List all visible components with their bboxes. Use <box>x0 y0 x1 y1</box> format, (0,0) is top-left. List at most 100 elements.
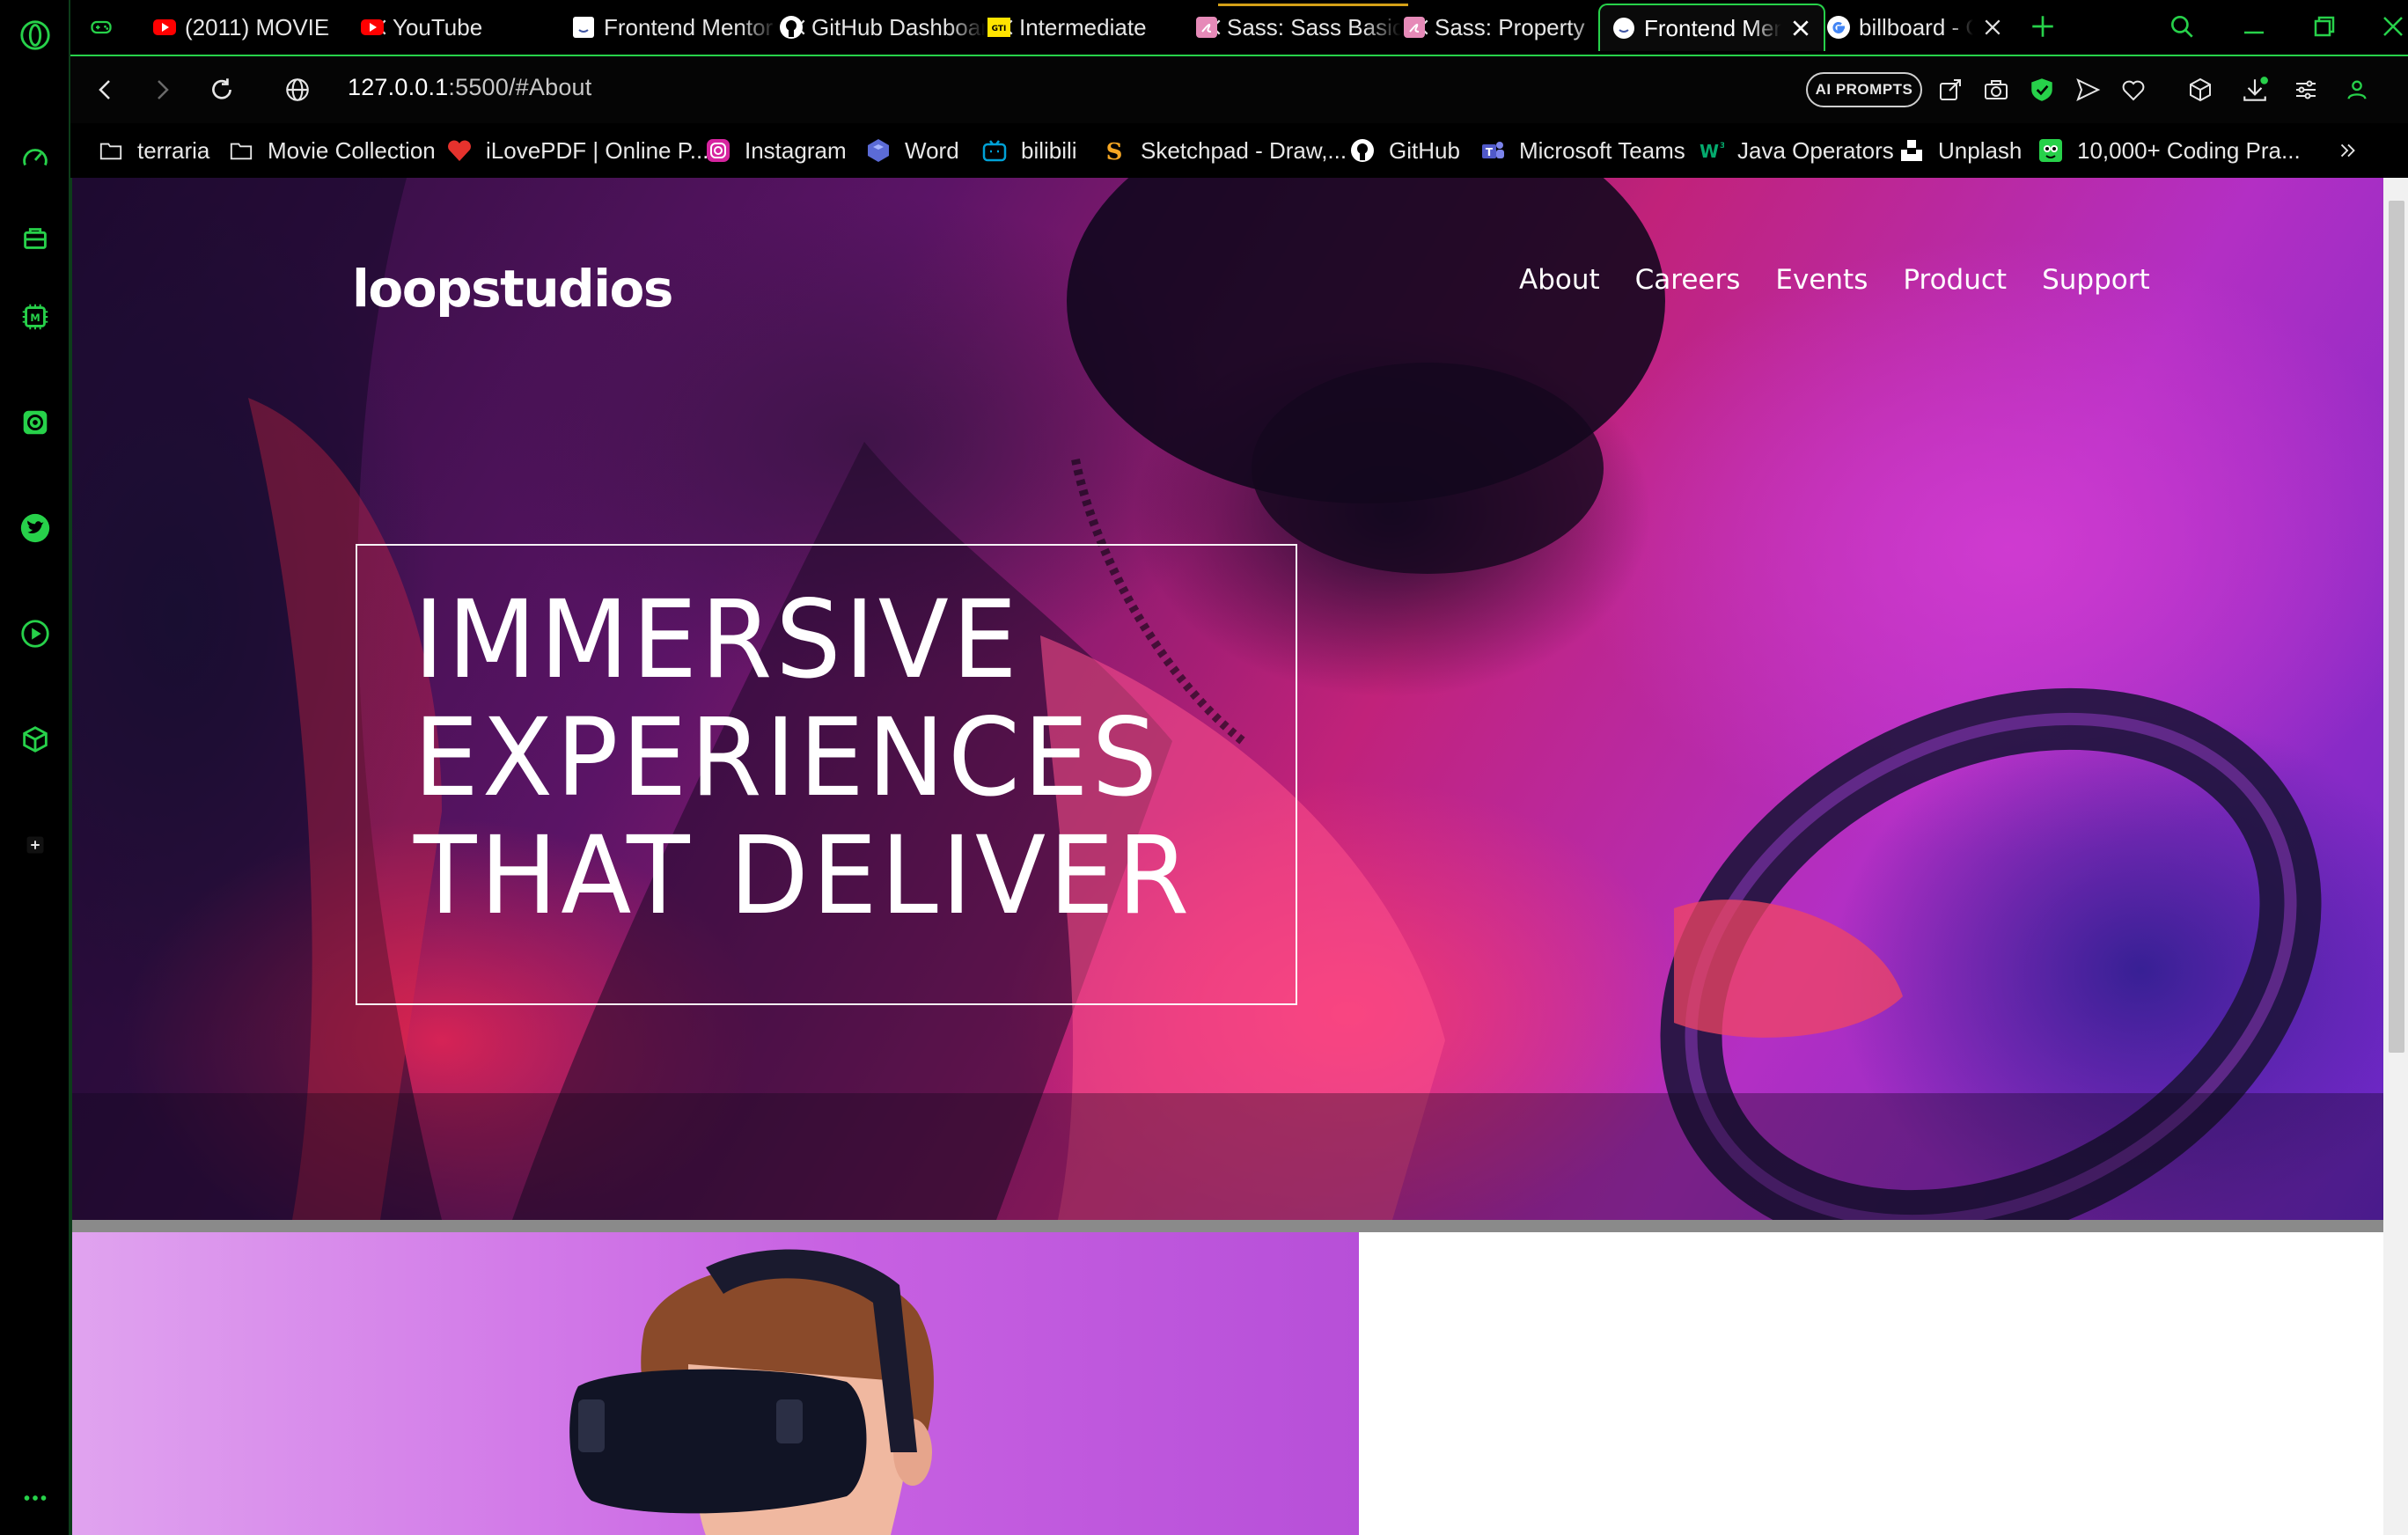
close-icon[interactable] <box>1980 15 2005 40</box>
w3schools-icon: GTI <box>986 14 1012 40</box>
sidebar-more-icon[interactable] <box>16 1479 55 1517</box>
bookmark-label: 10,000+ Coding Pra... <box>2077 136 2301 164</box>
youtube-icon <box>359 14 385 40</box>
bookmark-label: Sketchpad - Draw,... <box>1141 136 1347 164</box>
bookmark-instagram[interactable]: Instagram <box>704 134 847 167</box>
feature-text-area <box>1359 1232 2383 1535</box>
new-tab-plus-icon[interactable] <box>2021 7 2065 46</box>
bookmark-java-operators[interactable]: W3 Java Operators <box>1697 134 1894 167</box>
shield-adblock-icon[interactable] <box>2023 70 2061 109</box>
bookmarks-overflow-chevron-icon[interactable] <box>2336 134 2360 167</box>
bookmark-ilovepdf[interactable]: iLovePDF | Online P... <box>445 134 708 167</box>
restore-icon[interactable] <box>2302 7 2346 46</box>
camera-snapshot-icon[interactable] <box>1977 70 2015 109</box>
tab-title: GitHub Dashboard <box>811 13 986 40</box>
nav-link-support[interactable]: Support <box>2042 264 2150 296</box>
bookmark-movie-collection[interactable]: Movie Collection <box>227 134 436 167</box>
extensions-icon[interactable] <box>2181 70 2220 109</box>
bookmark-word[interactable]: Word <box>864 134 959 167</box>
bookmark-github[interactable]: GitHub <box>1348 134 1460 167</box>
bookmark-coding-practice[interactable]: 10,000+ Coding Pra... <box>2037 134 2301 167</box>
close-icon[interactable] <box>1788 16 1813 40</box>
tab-search-icon[interactable] <box>2160 7 2204 46</box>
messenger-chip-icon[interactable]: M <box>16 297 55 336</box>
extensions-cube-icon[interactable] <box>16 720 55 759</box>
bookmark-unplash[interactable]: Unplash <box>1898 134 2022 167</box>
sketchpad-icon: S <box>1100 136 1128 165</box>
hero-headline-line-3: THAT DELIVER <box>414 813 1193 938</box>
word-icon <box>864 136 892 165</box>
sass-icon <box>1193 14 1220 40</box>
frontend-mentor-icon <box>570 14 597 40</box>
heart-icon[interactable] <box>2114 70 2153 109</box>
bookmark-label: GitHub <box>1389 136 1460 164</box>
svg-text:GTI: GTI <box>992 25 1007 33</box>
minimize-icon[interactable] <box>2232 7 2276 46</box>
ilovepdf-icon <box>445 136 474 165</box>
hero-section: loopstudios About Careers Events Product… <box>72 178 2383 1220</box>
send-icon[interactable] <box>2068 70 2107 109</box>
back-arrow-icon[interactable] <box>86 70 125 109</box>
twitter-icon[interactable] <box>16 509 55 547</box>
hero-headline-box: IMMERSIVE EXPERIENCES THAT DELIVER <box>356 544 1297 1005</box>
tab-strip: (2011) MOVIE YouTube Frontend Mentor Git… <box>70 0 2408 55</box>
bookmark-label: Instagram <box>745 136 847 164</box>
gaming-icon[interactable] <box>77 4 125 51</box>
bilibili-icon <box>980 136 1009 165</box>
bookmark-terraria[interactable]: terraria <box>97 134 209 167</box>
bookmark-label: iLovePDF | Online P... <box>486 136 709 164</box>
speed-dial-icon[interactable] <box>16 139 55 178</box>
shopping-bag-icon[interactable] <box>16 218 55 257</box>
scrollbar-thumb[interactable] <box>2389 201 2404 1053</box>
nav-link-about[interactable]: About <box>1519 264 1600 296</box>
section-divider <box>72 1220 2383 1232</box>
sass-icon <box>1401 14 1428 40</box>
opera-logo-icon[interactable] <box>16 16 55 55</box>
folder-icon <box>227 136 255 165</box>
easy-setup-icon[interactable] <box>2287 70 2325 109</box>
site-logo[interactable]: loopstudios <box>352 259 673 319</box>
tab-google-billboard[interactable]: billboard - Google <box>1815 4 2015 51</box>
unsplash-icon <box>1898 136 1926 165</box>
bookmark-sketchpad[interactable]: S Sketchpad - Draw,... <box>1100 134 1347 167</box>
tab-title: Intermediate <box>1019 13 1147 40</box>
tab-title: billboard - Google <box>1859 13 1973 40</box>
bookmark-label: Unplash <box>1938 136 2023 164</box>
url-field[interactable]: 127.0.0.1:5500/#About <box>348 74 591 101</box>
site-header: loopstudios About Careers Events Product… <box>72 178 2383 354</box>
ai-prompts-button[interactable]: AI PROMPTS <box>1806 72 1922 107</box>
github-icon <box>1348 136 1377 165</box>
web-viewport: loopstudios About Careers Events Product… <box>70 178 2408 1535</box>
reload-icon[interactable] <box>202 70 241 109</box>
tab-title: Sass: Sass Basics <box>1227 13 1401 40</box>
svg-text:W: W <box>1700 141 1719 162</box>
site-info-globe-icon[interactable] <box>278 70 317 109</box>
chatgpt-icon[interactable] <box>16 403 55 442</box>
forward-arrow-icon[interactable] <box>143 70 181 109</box>
tab-title: YouTube <box>393 13 483 40</box>
vr-headset-image <box>72 1232 1359 1535</box>
nav-link-careers[interactable]: Careers <box>1635 264 1741 296</box>
profile-icon[interactable] <box>2338 70 2376 109</box>
nav-link-events[interactable]: Events <box>1775 264 1868 296</box>
player-icon[interactable] <box>16 614 55 653</box>
bookmark-label: Movie Collection <box>268 136 436 164</box>
tab-frontend-mentor-active[interactable]: Frontend Mentor <box>1598 4 1825 51</box>
hero-headline-line-1: IMMERSIVE <box>414 577 1021 702</box>
window-close-icon[interactable] <box>2371 7 2408 46</box>
bookmark-bilibili[interactable]: bilibili <box>980 134 1077 167</box>
google-icon <box>1825 14 1852 40</box>
bookmark-label: terraria <box>137 136 210 164</box>
tab-title: Sass: Property <box>1435 13 1585 40</box>
share-edit-icon[interactable] <box>1931 70 1970 109</box>
nav-link-product[interactable]: Product <box>1903 264 2007 296</box>
download-icon[interactable] <box>2235 70 2274 109</box>
bookmark-microsoft-teams[interactable]: T Microsoft Teams <box>1479 134 1685 167</box>
tab-title: Frontend Mentor <box>604 13 774 40</box>
add-sidebar-item-icon[interactable] <box>16 826 55 864</box>
youtube-icon <box>151 14 178 40</box>
bookmark-label: bilibili <box>1021 136 1077 164</box>
svg-text:S: S <box>1106 139 1123 164</box>
folder-icon <box>97 136 125 165</box>
page-scrollbar[interactable] <box>2383 178 2408 1535</box>
